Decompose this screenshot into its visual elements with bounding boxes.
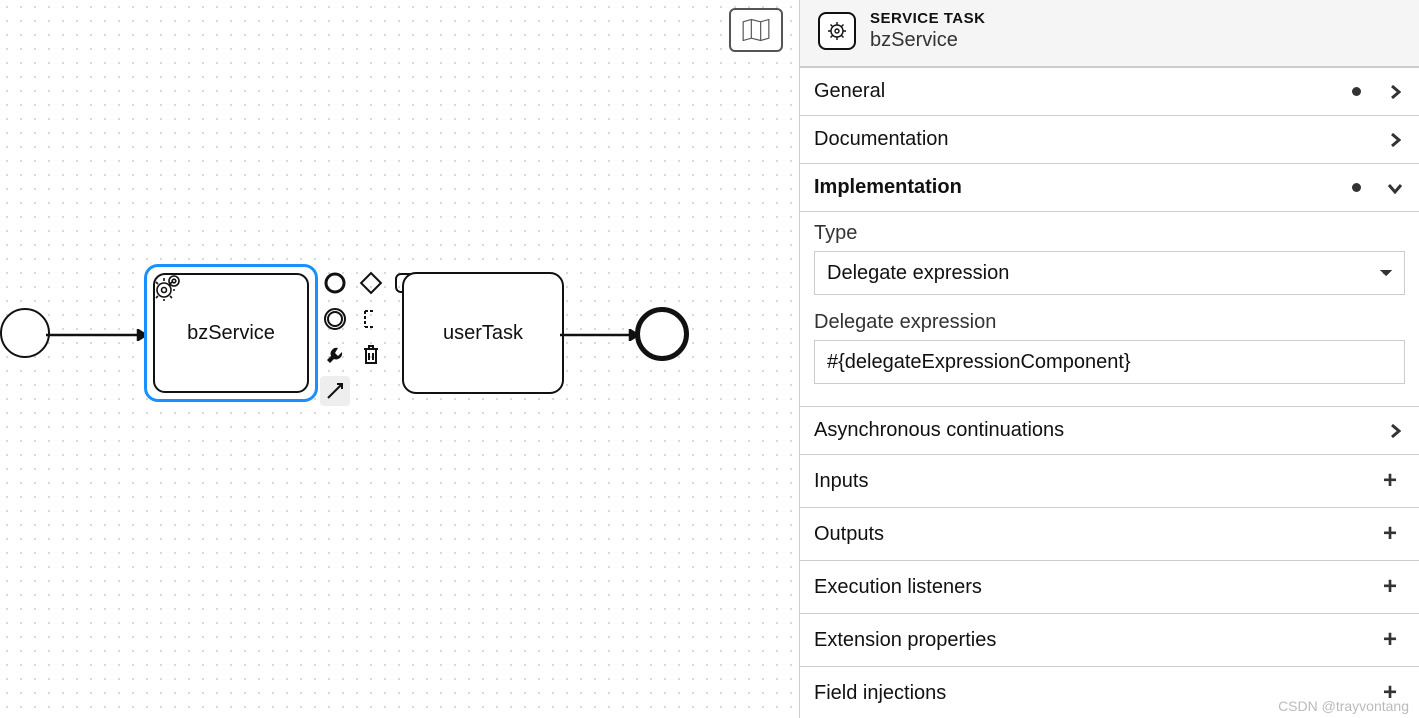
watermark: CSDN @trayvontang <box>1278 698 1409 714</box>
element-type: SERVICE TASK <box>870 10 985 27</box>
implementation-body: Type Delegate expression Delegate expres… <box>800 212 1419 407</box>
section-documentation[interactable]: Documentation <box>800 116 1419 164</box>
sequence-flow-1[interactable] <box>46 329 146 341</box>
minimap-toggle[interactable] <box>729 8 783 52</box>
properties-panel: SERVICE TASK bzService General Documenta… <box>800 0 1419 718</box>
element-name: bzService <box>870 29 985 52</box>
section-inputs[interactable]: Inputs + <box>800 455 1419 508</box>
connect-tool[interactable] <box>320 376 350 406</box>
has-content-dot <box>1352 87 1361 96</box>
chevron-right-icon <box>1385 132 1405 148</box>
delegate-expression-label: Delegate expression <box>814 311 1405 334</box>
type-select[interactable]: Delegate expression <box>814 251 1405 295</box>
chevron-right-icon <box>1385 423 1405 439</box>
user-task-label: userTask <box>443 322 523 345</box>
start-event[interactable] <box>0 308 50 358</box>
section-general[interactable]: General <box>800 68 1419 116</box>
section-execution-listeners[interactable]: Execution listeners + <box>800 561 1419 614</box>
append-gateway[interactable] <box>356 268 386 298</box>
append-annotation[interactable] <box>356 304 386 334</box>
append-intermediate-event[interactable] <box>320 304 350 334</box>
service-task-bzservice[interactable]: bzService <box>144 264 318 402</box>
chevron-right-icon <box>1385 84 1405 100</box>
user-task[interactable]: userTask <box>402 272 564 394</box>
section-async[interactable]: Asynchronous continuations <box>800 407 1419 455</box>
panel-body: General Documentation Implementation Typ… <box>800 67 1419 718</box>
chevron-down-icon <box>1385 182 1405 194</box>
panel-header: SERVICE TASK bzService <box>800 0 1419 67</box>
end-event[interactable] <box>635 307 689 361</box>
add-icon[interactable]: + <box>1375 626 1405 654</box>
add-icon[interactable]: + <box>1375 520 1405 548</box>
append-end-event[interactable] <box>320 268 350 298</box>
section-outputs[interactable]: Outputs + <box>800 508 1419 561</box>
sequence-flow-2[interactable] <box>560 329 638 341</box>
has-content-dot <box>1352 183 1361 192</box>
add-icon[interactable]: + <box>1375 573 1405 601</box>
service-task-icon <box>818 12 856 50</box>
change-type-wrench[interactable] <box>320 340 350 370</box>
gears-icon <box>153 273 183 301</box>
map-icon <box>742 18 770 42</box>
add-icon[interactable]: + <box>1375 467 1405 495</box>
diagram-canvas[interactable]: bzService <box>0 0 800 718</box>
delete-trash[interactable] <box>356 340 386 370</box>
delegate-expression-input[interactable] <box>814 340 1405 384</box>
section-implementation[interactable]: Implementation <box>800 164 1419 212</box>
type-label: Type <box>814 222 1405 245</box>
section-extension-properties[interactable]: Extension properties + <box>800 614 1419 667</box>
